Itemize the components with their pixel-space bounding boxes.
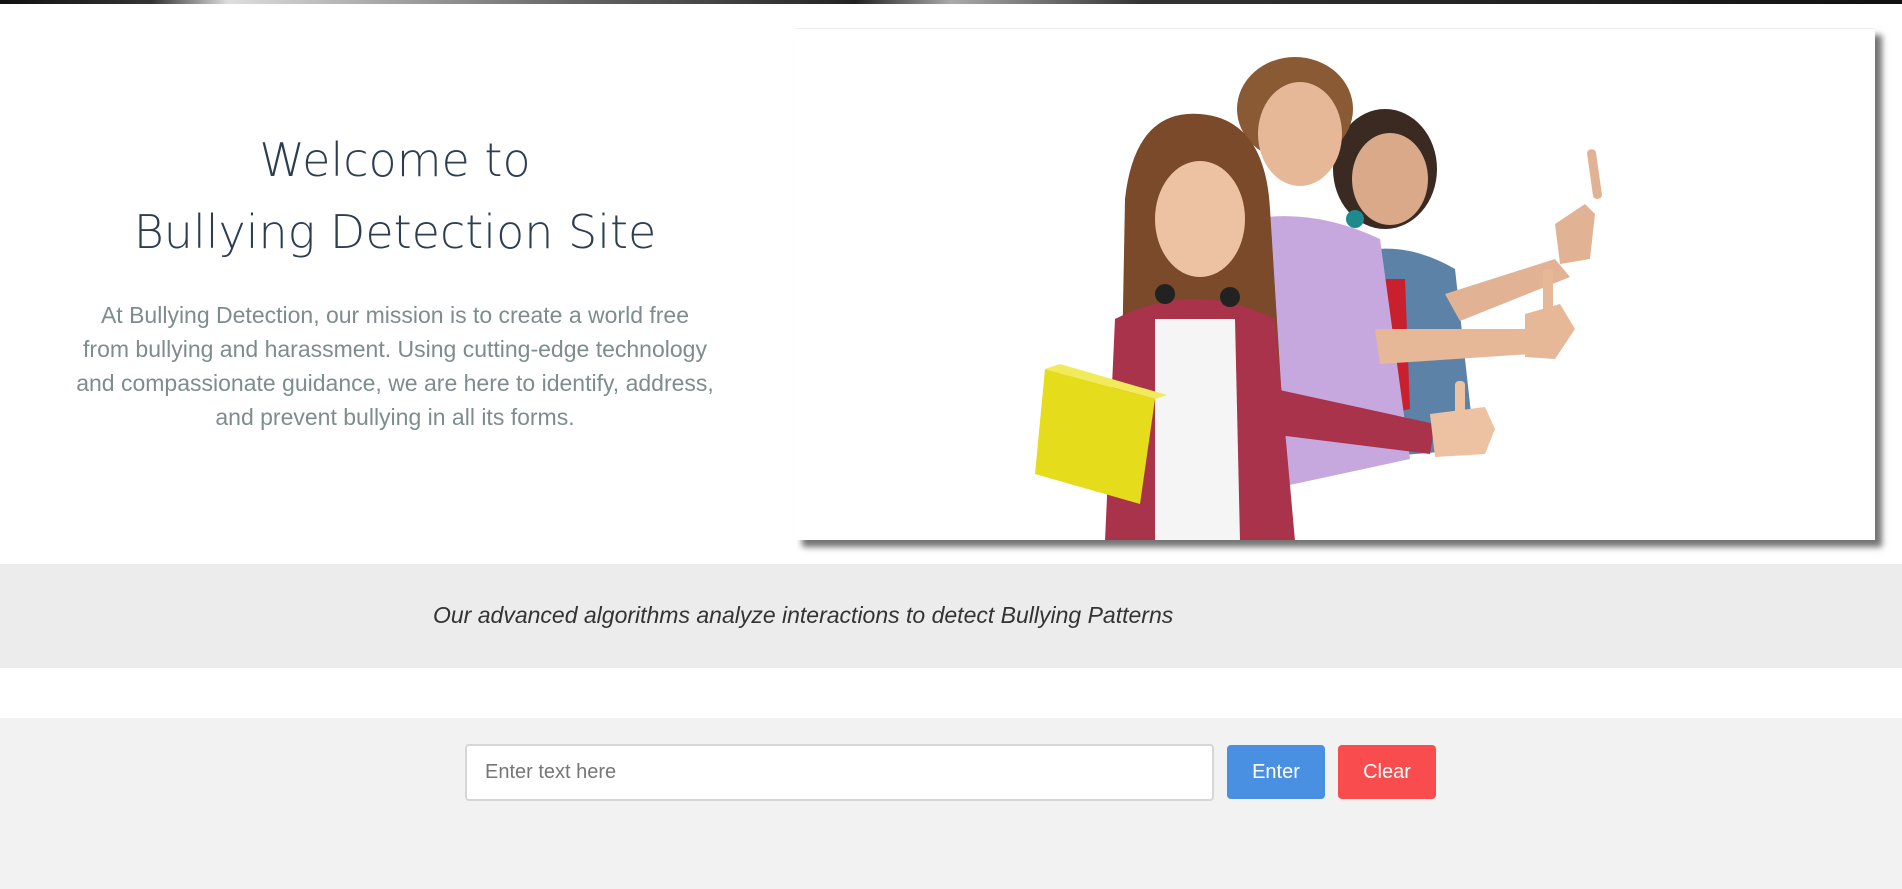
hero-section: Welcome to Bullying Detection Site At Bu… bbox=[0, 4, 1902, 564]
enter-button[interactable]: Enter bbox=[1227, 745, 1325, 799]
title-line-1: Welcome to bbox=[259, 133, 531, 187]
students-photo bbox=[795, 28, 1875, 540]
hero-text-block: Welcome to Bullying Detection Site At Bu… bbox=[70, 124, 720, 434]
algorithm-banner: Our advanced algorithms analyze interact… bbox=[0, 564, 1902, 668]
banner-text: Our advanced algorithms analyze interact… bbox=[433, 602, 1174, 628]
clear-button[interactable]: Clear bbox=[1338, 745, 1436, 799]
title-line-2: Bullying Detection Site bbox=[133, 205, 657, 259]
detection-form: Enter Clear bbox=[0, 718, 1902, 889]
page-title: Welcome to Bullying Detection Site bbox=[70, 124, 720, 268]
text-input[interactable] bbox=[465, 744, 1214, 801]
students-thumbs-up-illustration bbox=[795, 29, 1875, 540]
mission-description: At Bullying Detection, our mission is to… bbox=[76, 302, 714, 430]
